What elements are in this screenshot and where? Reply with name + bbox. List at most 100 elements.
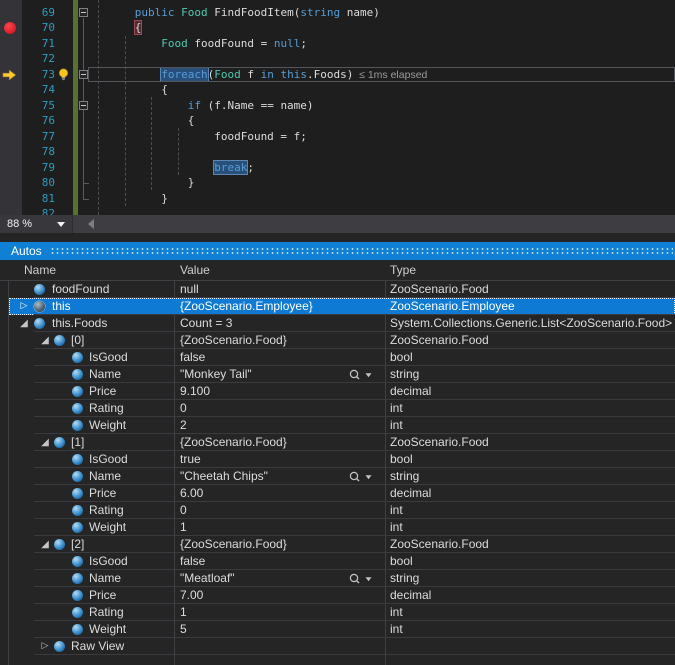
breakpoint-icon[interactable] [4, 22, 16, 34]
code-line-72[interactable]: 72 [0, 51, 675, 67]
scrollbar-left-arrow-icon[interactable] [88, 219, 94, 229]
value-cell[interactable]: "Monkey Tail" [180, 366, 252, 383]
value-cell[interactable]: {ZooScenario.Food} [180, 332, 287, 349]
member-icon [72, 386, 83, 397]
member-icon [72, 590, 83, 601]
code-text: { [95, 82, 168, 98]
code-line-79[interactable]: 79 break; [0, 160, 675, 176]
type-cell: System.Collections.Generic.List<ZooScena… [390, 315, 672, 332]
value-cell[interactable]: 1 [180, 604, 187, 621]
tree-row[interactable]: ◢[0]{ZooScenario.Food}ZooScenario.Food [9, 332, 675, 349]
value-cell[interactable]: 2 [180, 417, 187, 434]
code-line-78[interactable]: 78 [0, 144, 675, 160]
value-cell[interactable]: null [180, 281, 199, 298]
expand-arrow-expanded-icon[interactable]: ◢ [39, 536, 51, 553]
name-cell: Price [89, 485, 116, 502]
vs-debugger-view: 6869 public Food FindFoodItem(string nam… [0, 0, 675, 665]
code-line-73[interactable]: 73 foreach(Food f in this.Foods) ≤ 1ms e… [0, 67, 675, 83]
tree-row[interactable]: Price6.00decimal [9, 485, 675, 502]
tree-row[interactable]: Name"Monkey Tail"string [9, 366, 675, 383]
tree-row[interactable]: ▷Raw View [9, 638, 675, 655]
tree-row[interactable]: ◢ this.Foods Count = 3 System.Collections.G… [9, 315, 675, 332]
expand-arrow-collapsed-icon[interactable]: ▷ [39, 638, 51, 655]
expand-arrow-expanded-icon[interactable]: ◢ [18, 315, 30, 332]
code-line-70[interactable]: 70 { [0, 20, 675, 36]
tree-row[interactable]: Name "Cheetah Chips" string [9, 468, 675, 485]
line-number: 72 [22, 51, 55, 67]
value-cell[interactable]: "Cheetah Chips" [180, 468, 268, 485]
tree-row[interactable]: Price7.00decimal [9, 587, 675, 604]
code-line-75[interactable]: 75 if (f.Name == name) [0, 98, 675, 114]
name-cell: [1] [71, 434, 84, 451]
line-number: 70 [22, 20, 55, 36]
tree-row[interactable]: ◢[1]{ZooScenario.Food}ZooScenario.Food [9, 434, 675, 451]
code-text: { [95, 113, 194, 129]
member-icon [34, 284, 45, 295]
tree-row[interactable]: ◢[2]{ZooScenario.Food}ZooScenario.Food [9, 536, 675, 553]
member-icon [72, 522, 83, 533]
tree-row[interactable]: Price9.100decimal [9, 383, 675, 400]
member-icon [72, 607, 83, 618]
name-cell: Name [89, 468, 121, 485]
code-line-76[interactable]: 76 { [0, 113, 675, 129]
tree-row[interactable]: IsGoodtruebool [9, 451, 675, 468]
tree-row[interactable]: Rating0int [9, 502, 675, 519]
editor-zoom-select[interactable]: 88 % [0, 215, 73, 233]
line-number: 81 [22, 191, 55, 207]
tree-row[interactable]: Weight2int [9, 417, 675, 434]
code-line-69[interactable]: 69 public Food FindFoodItem(string name) [0, 5, 675, 21]
tree-row[interactable]: Weight1int [9, 519, 675, 536]
column-header-value[interactable]: Value [180, 260, 210, 281]
value-cell[interactable]: 7.00 [180, 587, 203, 604]
tree-row[interactable]: Rating1int [9, 604, 675, 621]
value-cell[interactable]: false [180, 553, 205, 570]
code-line-81[interactable]: 81 } [0, 191, 675, 207]
expand-arrow-collapsed-icon[interactable]: ▷ [18, 298, 30, 315]
value-cell[interactable]: {ZooScenario.Food} [180, 536, 287, 553]
code-text: foodFound = f; [95, 129, 307, 145]
value-cell[interactable]: 6.00 [180, 485, 203, 502]
code-editor[interactable]: 6869 public Food FindFoodItem(string nam… [0, 0, 675, 215]
name-cell: this.Foods [52, 315, 107, 332]
code-line-82[interactable]: 82 [0, 206, 675, 215]
tree-row[interactable]: ▷this{ZooScenario.Employee}ZooScenario.E… [9, 298, 675, 315]
value-cell[interactable]: 1 [180, 519, 187, 536]
expand-arrow-expanded-icon[interactable]: ◢ [39, 332, 51, 349]
grid-header: Name Value Type [0, 260, 675, 281]
code-line-74[interactable]: 74 { [0, 82, 675, 98]
type-cell: string [390, 468, 419, 485]
type-cell: decimal [390, 587, 431, 604]
tree-row[interactable]: IsGoodfalsebool [9, 349, 675, 366]
tree-row[interactable]: Weight5int [9, 621, 675, 638]
fold-collapse-icon[interactable] [79, 70, 88, 79]
expand-arrow-expanded-icon[interactable]: ◢ [39, 434, 51, 451]
tree-row[interactable]: Rating0int [9, 400, 675, 417]
autos-titlebar[interactable]: Autos [0, 242, 675, 260]
value-cell[interactable]: {ZooScenario.Employee} [180, 298, 313, 315]
value-cell[interactable]: "Meatloaf" [180, 570, 235, 587]
tree-row[interactable]: foodFoundnullZooScenario.Food [9, 281, 675, 298]
value-cell[interactable]: Count = 3 [180, 315, 232, 332]
value-cell[interactable]: 0 [180, 400, 187, 417]
name-cell: Rating [89, 502, 124, 519]
value-cell[interactable]: 5 [180, 621, 187, 638]
name-cell: Rating [89, 604, 124, 621]
code-text: break; [95, 160, 254, 176]
code-line-77[interactable]: 77 foodFound = f; [0, 129, 675, 145]
column-header-name[interactable]: Name [24, 260, 56, 281]
column-header-type[interactable]: Type [390, 260, 416, 281]
tree-row[interactable]: Name"Meatloaf"string [9, 570, 675, 587]
tree-row[interactable]: IsGoodfalsebool [9, 553, 675, 570]
type-cell: ZooScenario.Food [390, 536, 489, 553]
fold-collapse-icon[interactable] [79, 8, 88, 17]
fold-collapse-icon[interactable] [79, 101, 88, 110]
value-cell[interactable]: 0 [180, 502, 187, 519]
autos-panel: Autos Name Value Type foodFoundnullZooSc… [0, 242, 675, 665]
value-cell[interactable]: false [180, 349, 205, 366]
value-cell[interactable]: {ZooScenario.Food} [180, 434, 287, 451]
horizontal-scrollbar[interactable]: 88 % [0, 215, 675, 233]
code-line-80[interactable]: 80 } [0, 175, 675, 191]
code-line-71[interactable]: 71 Food foodFound = null; [0, 36, 675, 52]
value-cell[interactable]: 9.100 [180, 383, 210, 400]
value-cell[interactable]: true [180, 451, 201, 468]
